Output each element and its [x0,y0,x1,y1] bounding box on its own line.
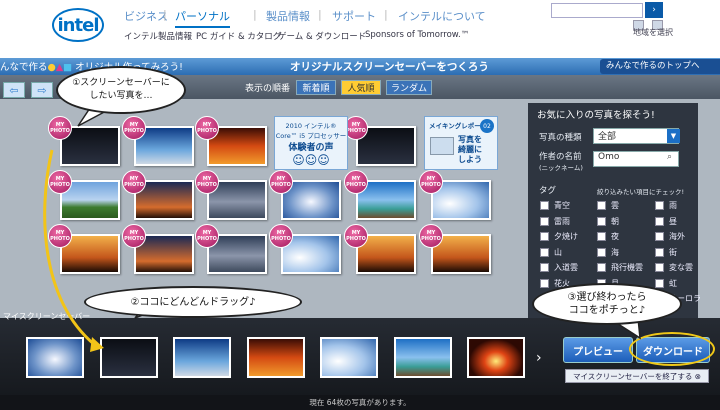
drag-arrow [43,149,96,347]
instruction-bubble-3: ③選び終わったら ココをポチっと♪ [532,283,682,325]
instruction-bubble-1: ①スクリーンセーバーに したい写真を… [56,66,186,114]
instruction-bubble-2: ②ココにどんどんドラッグ♪ [84,286,302,318]
arrow-head [90,337,104,352]
annotation-arrows [43,107,641,352]
